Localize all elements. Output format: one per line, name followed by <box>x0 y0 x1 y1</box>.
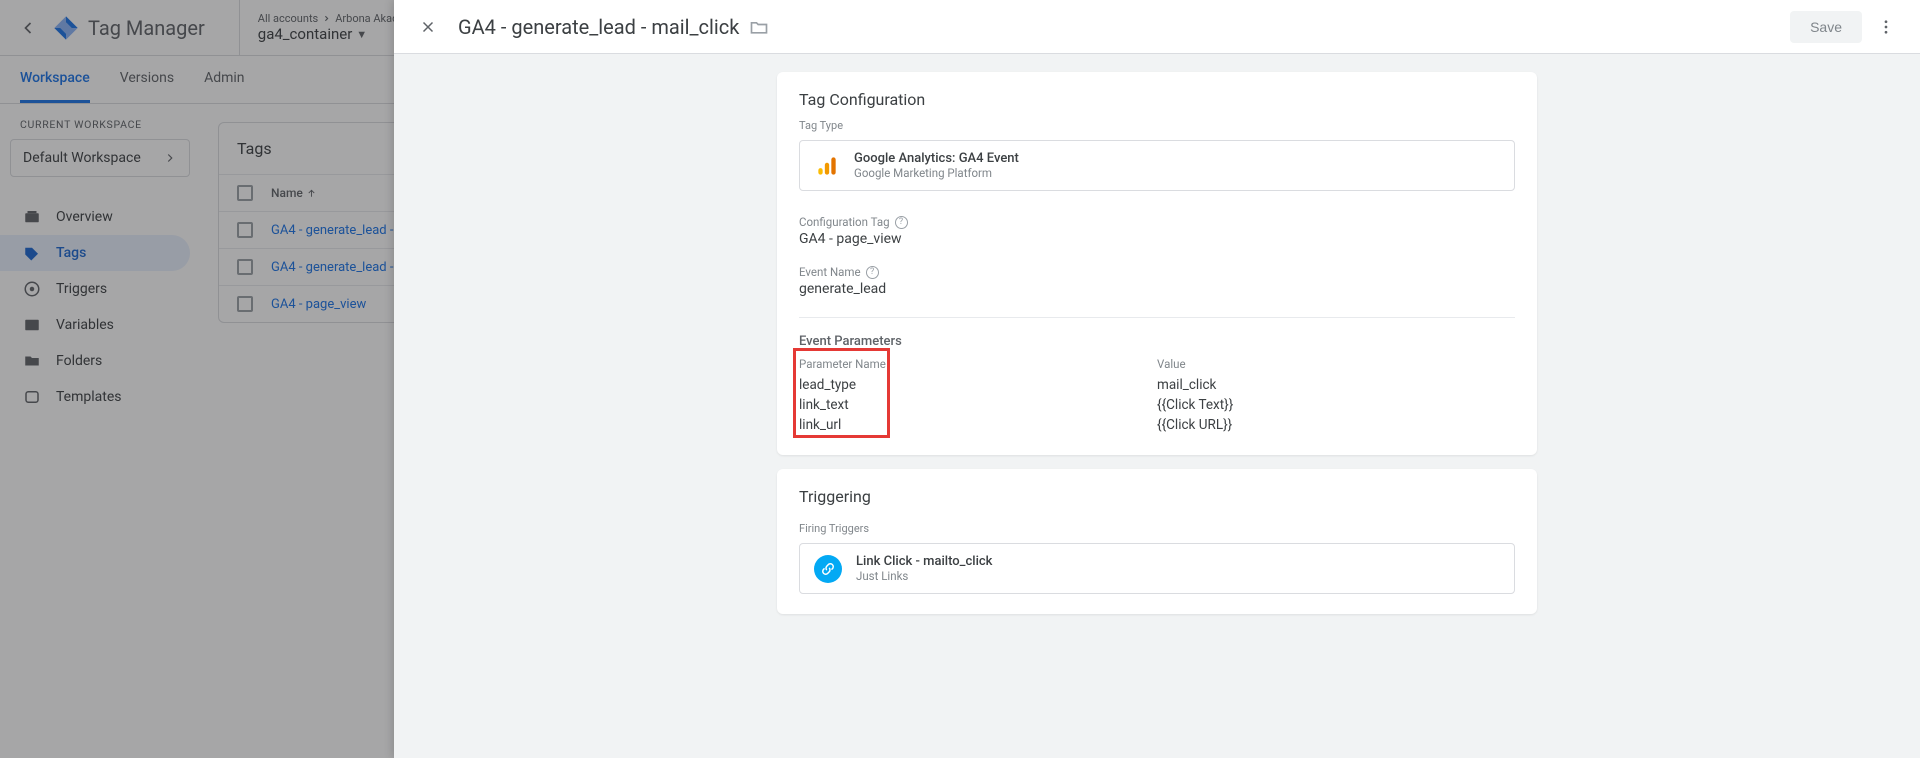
config-tag-value: GA4 - page_view <box>799 231 1515 247</box>
close-icon <box>419 18 437 36</box>
ga-icon <box>814 153 840 179</box>
tag-configuration-card[interactable]: Tag Configuration Tag Type Google Analyt… <box>777 72 1537 455</box>
param-name: link_url <box>799 415 1157 435</box>
help-icon[interactable]: ? <box>895 216 908 229</box>
tag-type-selector[interactable]: Google Analytics: GA4 Event Google Marke… <box>799 140 1515 191</box>
link-click-icon <box>814 555 842 583</box>
tag-type-subtitle: Google Marketing Platform <box>854 166 1019 180</box>
triggering-card[interactable]: Triggering Firing Triggers Link Click - … <box>777 469 1537 614</box>
tag-type-name: Google Analytics: GA4 Event <box>854 151 1019 166</box>
folder-icon[interactable] <box>749 17 769 37</box>
help-icon[interactable]: ? <box>866 266 879 279</box>
event-params: Parameter Name lead_type link_text link_… <box>777 353 1537 455</box>
config-tag-label: Configuration Tag <box>799 215 890 229</box>
panel-title[interactable]: GA4 - generate_lead - mail_click <box>458 15 739 39</box>
event-name-value: generate_lead <box>799 281 1515 297</box>
trigger-name: Link Click - mailto_click <box>856 554 992 569</box>
param-value: {{Click Text}} <box>1157 395 1515 415</box>
param-name: lead_type <box>799 375 1157 395</box>
param-name-header: Parameter Name <box>799 353 1157 375</box>
event-name-label: Event Name <box>799 265 861 279</box>
divider <box>799 317 1515 318</box>
tag-edit-panel: GA4 - generate_lead - mail_click Save Ta… <box>394 0 1920 758</box>
trigger-type: Just Links <box>856 569 992 583</box>
trigger-row[interactable]: Link Click - mailto_click Just Links <box>799 543 1515 594</box>
param-value-header: Value <box>1157 353 1515 375</box>
panel-header: GA4 - generate_lead - mail_click Save <box>394 0 1920 54</box>
param-name: link_text <box>799 395 1157 415</box>
close-button[interactable] <box>410 9 446 45</box>
kebab-icon <box>1877 18 1895 36</box>
tag-type-label: Tag Type <box>777 115 1537 132</box>
event-params-title: Event Parameters <box>777 326 1537 353</box>
firing-triggers-label: Firing Triggers <box>777 512 1537 535</box>
save-button[interactable]: Save <box>1790 11 1862 43</box>
card-title: Tag Configuration <box>777 72 1537 115</box>
card-title: Triggering <box>777 469 1537 512</box>
more-options-button[interactable] <box>1868 9 1904 45</box>
param-value: {{Click URL}} <box>1157 415 1515 435</box>
param-value: mail_click <box>1157 375 1515 395</box>
